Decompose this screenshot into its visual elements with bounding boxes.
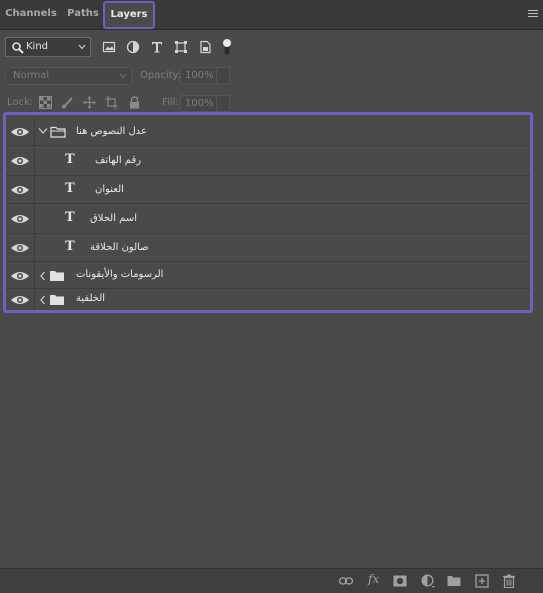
new-adjustment-layer-icon[interactable] [421,574,435,588]
divider [34,289,35,310]
fill-slider-toggle[interactable] [216,96,229,111]
type-layer-icon: T [65,239,75,254]
eye-icon[interactable] [10,183,30,197]
layer-row-text[interactable]: T صالون الحلاقة [6,234,530,262]
opacity-field[interactable]: 100% [180,67,230,84]
blend-mode-value: Normal [13,70,50,81]
opacity-slider-toggle[interactable] [216,68,229,83]
folder-open-icon [50,126,66,138]
lock-position-icon[interactable] [83,96,96,109]
lock-label: Lock: [7,97,34,108]
layer-name: عدل النصوص هنا [76,126,147,137]
eye-icon[interactable] [10,212,30,226]
divider [34,234,35,261]
divider [34,147,35,175]
link-layers-icon[interactable] [339,574,353,588]
layer-name: العنوان [95,184,124,195]
eye-icon[interactable] [10,269,30,283]
chevron-down-icon [119,73,127,79]
panel-menu-icon[interactable] [528,10,538,18]
filter-toggle-icon[interactable] [221,37,233,57]
lock-transparent-pixels-icon[interactable] [39,96,52,109]
layer-name: صالون الحلاقة [90,242,149,253]
tab-layers[interactable]: Layers [103,1,155,29]
divider [34,176,35,203]
add-mask-icon[interactable] [393,574,407,588]
fill-label: Fill: [162,97,179,108]
delete-layer-icon[interactable] [502,574,516,588]
fill-field[interactable]: 100% [180,95,230,112]
panel-tab-bar: Channels Paths Layers [0,0,543,30]
divider [34,205,35,233]
adjustment-filter-icon[interactable] [126,40,140,54]
opacity-label: Opacity: [140,70,182,81]
layer-row-group[interactable]: الرسومات والأيقونات [6,263,530,289]
new-layer-icon[interactable] [475,574,489,588]
type-layer-icon: T [65,181,75,196]
smart-object-filter-icon[interactable] [198,40,212,54]
search-icon [12,42,24,54]
layers-list: عدل النصوص هنا T رقم الهاتف T العنوان T … [3,112,533,313]
lock-all-icon[interactable] [128,96,141,109]
type-layer-icon: T [65,210,75,225]
tab-paths[interactable]: Paths [62,0,104,30]
layers-footer-toolbar: fx [0,568,543,593]
layer-name: رقم الهاتف [95,155,142,166]
blend-mode-dropdown[interactable]: Normal [5,67,132,85]
eye-icon[interactable] [10,125,30,139]
layer-row-group[interactable]: عدل النصوص هنا [6,118,530,146]
type-layer-icon: T [65,152,75,167]
folder-icon [50,271,64,281]
type-filter-icon[interactable] [150,40,164,54]
image-filter-icon[interactable] [102,40,116,54]
layer-row-text[interactable]: T اسم الحلاق [6,205,530,234]
eye-icon[interactable] [10,154,30,168]
chevron-down-icon[interactable] [38,127,48,135]
kind-filter-dropdown[interactable]: Kind [5,37,91,57]
layer-name: الخلفية [76,293,106,304]
chevron-down-icon [78,44,86,50]
lock-image-pixels-icon[interactable] [61,96,74,109]
opacity-value: 100% [185,70,214,81]
layer-row-text[interactable]: T رقم الهاتف [6,147,530,176]
new-group-icon[interactable] [447,574,461,588]
shape-filter-icon[interactable] [174,40,188,54]
layer-style-icon[interactable]: fx [368,572,379,586]
layer-name: اسم الحلاق [90,213,137,224]
eye-icon[interactable] [10,293,30,307]
tab-channels[interactable]: Channels [2,0,60,30]
lock-artboard-icon[interactable] [105,96,118,109]
fill-value: 100% [185,98,214,109]
kind-label: Kind [26,41,49,52]
divider [34,118,35,145]
layer-row-group[interactable]: الخلفية [6,289,530,310]
chevron-right-icon[interactable] [39,271,47,281]
eye-icon[interactable] [10,241,30,255]
layer-name: الرسومات والأيقونات [76,269,164,280]
folder-icon [50,295,64,305]
divider [34,263,35,288]
chevron-right-icon[interactable] [39,295,47,305]
layer-row-text[interactable]: T العنوان [6,176,530,204]
